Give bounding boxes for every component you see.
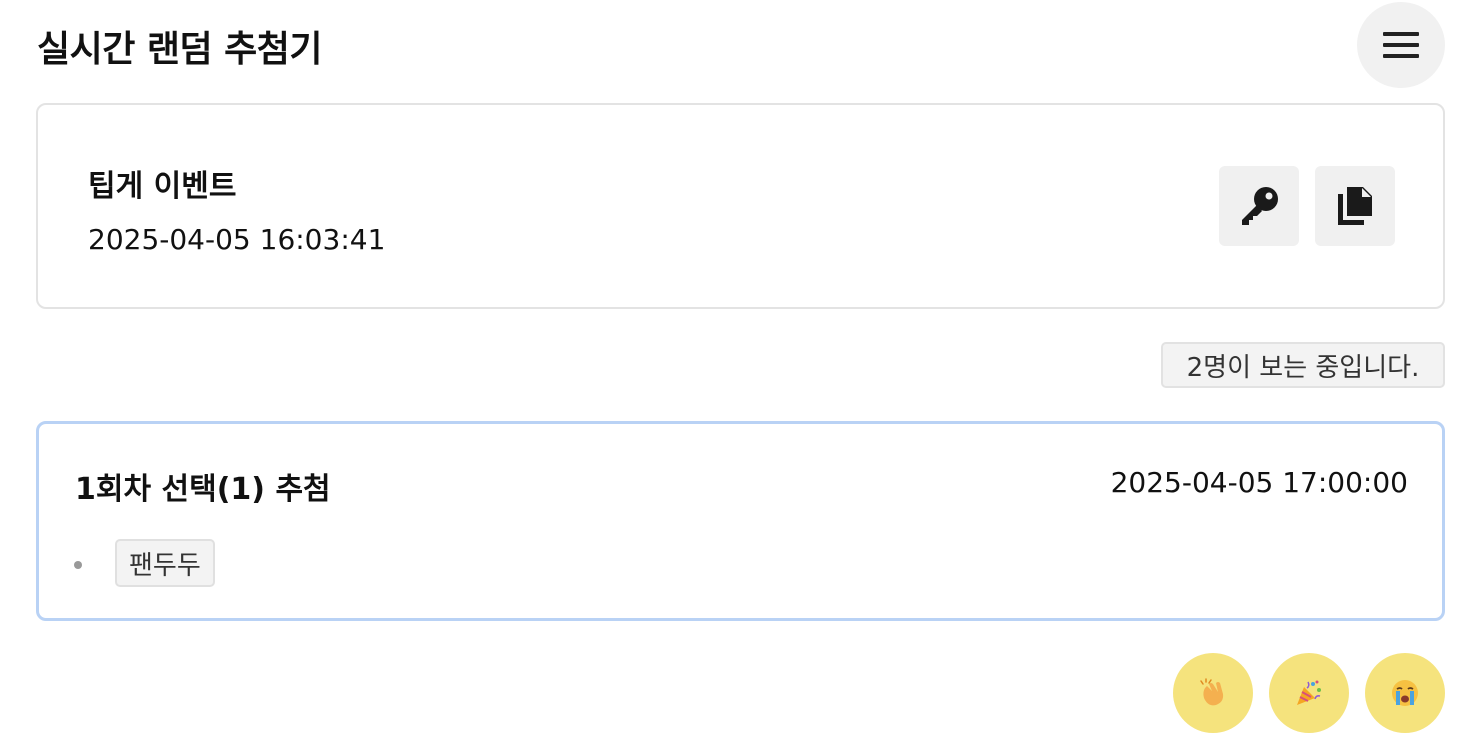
round-card: 1회차 선택(1) 추첨 2025-04-05 17:00:00 팬두두 xyxy=(36,421,1445,621)
page-title: 실시간 랜덤 추첨기 xyxy=(37,29,323,70)
winner-chip: 팬두두 xyxy=(115,539,215,587)
reaction-cry-button[interactable] xyxy=(1365,653,1445,733)
viewer-count-badge: 2명이 보는 중입니다. xyxy=(1161,342,1445,388)
reaction-clap-button[interactable] xyxy=(1173,653,1253,733)
event-name: 팁게 이벤트 xyxy=(88,169,237,204)
crying-face-icon xyxy=(1392,680,1418,706)
party-popper-icon xyxy=(1297,680,1321,705)
copy-icon xyxy=(1338,187,1372,225)
key-button[interactable] xyxy=(1219,166,1299,246)
event-card: 팁게 이벤트 2025-04-05 16:03:41 xyxy=(36,103,1445,309)
event-created-time: 2025-04-05 16:03:41 xyxy=(88,223,386,256)
hamburger-menu-icon xyxy=(1383,32,1419,58)
key-icon xyxy=(1242,187,1278,225)
list-bullet xyxy=(74,561,82,569)
menu-button[interactable] xyxy=(1357,2,1445,88)
clapping-hands-icon xyxy=(1200,678,1224,706)
round-title: 1회차 선택(1) 추첨 xyxy=(75,472,331,507)
copy-button[interactable] xyxy=(1315,166,1395,246)
round-time: 2025-04-05 17:00:00 xyxy=(1110,466,1408,499)
reaction-party-button[interactable] xyxy=(1269,653,1349,733)
